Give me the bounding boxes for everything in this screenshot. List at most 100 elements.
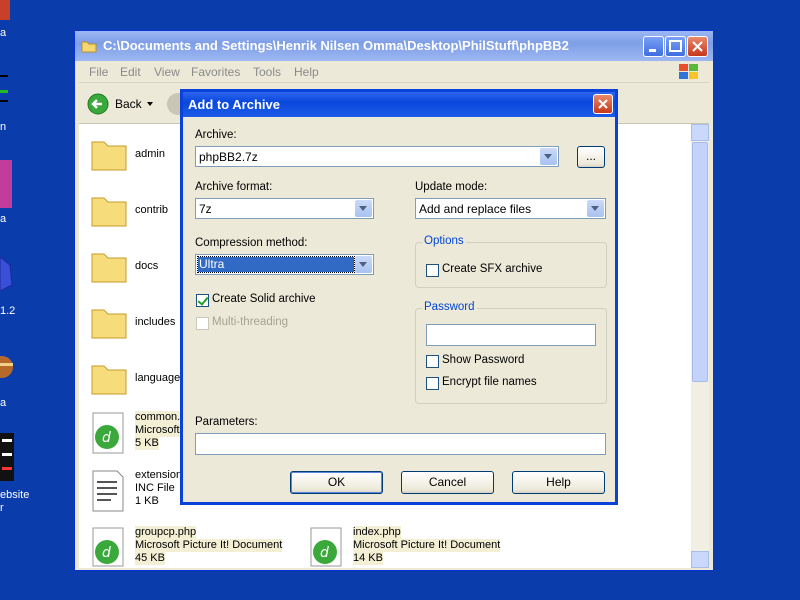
scroll-thumb[interactable] <box>692 142 708 382</box>
cancel-button[interactable]: Cancel <box>401 471 494 494</box>
window-title: C:\Documents and Settings\Henrik Nilsen … <box>103 38 569 53</box>
file-size: 1 KB <box>135 495 159 507</box>
vertical-scrollbar[interactable] <box>691 124 709 568</box>
svg-text:d: d <box>320 545 329 561</box>
format-select[interactable]: 7z <box>195 198 374 219</box>
desktop-icon-2[interactable] <box>0 70 10 110</box>
desktop-icon-1[interactable] <box>0 0 10 20</box>
list-item[interactable]: extension INC File 1 KB <box>89 469 182 518</box>
dialog-title: Add to Archive <box>188 97 280 112</box>
folder-icon <box>91 197 127 227</box>
menu-file[interactable]: File <box>89 65 108 79</box>
scroll-up-button[interactable] <box>691 124 709 141</box>
list-item[interactable]: d groupcp.php Microsoft Picture It! Docu… <box>89 526 283 571</box>
options-group: Options Create SFX archive <box>415 235 607 288</box>
folder-icon <box>91 365 127 395</box>
show-password-label[interactable]: Show Password <box>442 354 524 366</box>
archive-label: Archive: <box>195 129 237 141</box>
ok-button[interactable]: OK <box>290 471 383 494</box>
parameters-label: Parameters: <box>195 416 258 428</box>
menu-favorites[interactable]: Favorites <box>191 65 240 79</box>
password-input[interactable] <box>426 324 596 346</box>
file-name: docs <box>135 260 159 272</box>
desktop-icon-6[interactable] <box>0 433 14 481</box>
password-group: Password Show Password Encrypt file name… <box>415 301 607 404</box>
chevron-down-icon[interactable] <box>587 200 604 217</box>
desktop-icon-label: ebsite <box>0 489 30 501</box>
file-size: 5 KB <box>135 437 159 450</box>
folder-icon <box>91 253 127 283</box>
menu-tools[interactable]: Tools <box>253 65 281 79</box>
document-icon: d <box>92 412 124 454</box>
maximize-button[interactable] <box>665 36 686 57</box>
encrypt-names-label[interactable]: Encrypt file names <box>442 376 537 388</box>
file-name: index.php <box>353 526 401 539</box>
desktop-icon-label: 1.2 <box>0 305 16 317</box>
chevron-down-icon[interactable] <box>355 256 372 273</box>
explorer-titlebar[interactable]: C:\Documents and Settings\Henrik Nilsen … <box>75 31 713 61</box>
list-item[interactable]: d common. Microsoft 5 KB <box>89 411 181 460</box>
browse-button[interactable]: ... <box>577 146 605 168</box>
file-type: INC File <box>135 482 175 494</box>
update-mode-select[interactable]: Add and replace files <box>415 198 606 219</box>
method-select[interactable]: Ultra <box>195 254 374 275</box>
desktop-icon-label: a <box>0 27 7 39</box>
scroll-down-button[interactable] <box>691 551 709 568</box>
minimize-button[interactable] <box>643 36 664 57</box>
solid-archive-label[interactable]: Create Solid archive <box>212 293 316 305</box>
parameters-input[interactable] <box>195 433 606 455</box>
solid-archive-checkbox[interactable] <box>196 294 209 307</box>
folder-icon <box>91 141 127 171</box>
menu-help[interactable]: Help <box>294 65 319 79</box>
format-label: Archive format: <box>195 181 273 193</box>
encrypt-names-checkbox[interactable] <box>426 377 439 390</box>
desktop-icon-label: a <box>0 213 7 225</box>
archive-combo[interactable]: phpBB2.7z <box>195 146 559 167</box>
password-title: Password <box>422 301 477 313</box>
menu-bar: File Edit View Favorites Tools Help <box>79 61 709 83</box>
list-item[interactable]: includes <box>89 302 175 345</box>
file-name: admin <box>135 148 165 160</box>
sfx-checkbox[interactable] <box>426 264 439 277</box>
options-title: Options <box>422 235 466 247</box>
back-button[interactable]: Back <box>85 91 155 117</box>
file-type: Microsoft <box>135 424 180 437</box>
svg-text:d: d <box>102 545 111 561</box>
list-item[interactable]: language <box>89 358 180 401</box>
sfx-label[interactable]: Create SFX archive <box>442 263 542 275</box>
update-mode-label: Update mode: <box>415 181 488 193</box>
show-password-checkbox[interactable] <box>426 355 439 368</box>
svg-text:d: d <box>102 430 111 446</box>
list-item[interactable]: d index.php Microsoft Picture It! Docume… <box>307 526 501 571</box>
chevron-down-icon[interactable] <box>540 148 557 165</box>
dialog-titlebar[interactable]: Add to Archive <box>183 92 615 117</box>
multithreading-checkbox[interactable] <box>196 317 209 330</box>
list-item[interactable]: admin <box>89 134 165 177</box>
chevron-down-icon[interactable] <box>147 102 153 106</box>
list-item[interactable]: docs <box>89 246 158 289</box>
file-size: 14 KB <box>353 552 383 565</box>
method-value: Ultra <box>197 256 355 273</box>
desktop-icon-5[interactable] <box>0 345 14 389</box>
close-button[interactable] <box>687 36 708 57</box>
list-item[interactable]: contrib <box>89 190 168 233</box>
help-button[interactable]: Help <box>512 471 605 494</box>
desktop-icon-label: a <box>0 397 7 409</box>
file-name: extension <box>135 469 183 481</box>
file-name: contrib <box>135 204 169 216</box>
file-name: common. <box>135 411 181 424</box>
desktop-icon-4[interactable] <box>0 255 14 295</box>
dialog-close-button[interactable] <box>593 94 613 114</box>
menu-edit[interactable]: Edit <box>120 65 141 79</box>
file-name: language <box>135 372 181 384</box>
method-label: Compression method: <box>195 237 308 249</box>
update-mode-value: Add and replace files <box>419 202 532 216</box>
document-icon: d <box>310 527 342 567</box>
menu-view[interactable]: View <box>154 65 180 79</box>
file-size: 45 KB <box>135 552 165 565</box>
format-value: 7z <box>199 202 212 216</box>
chevron-down-icon[interactable] <box>355 200 372 217</box>
desktop-icon-3[interactable] <box>0 160 12 208</box>
file-name: includes <box>135 316 176 328</box>
file-name: groupcp.php <box>135 526 197 539</box>
